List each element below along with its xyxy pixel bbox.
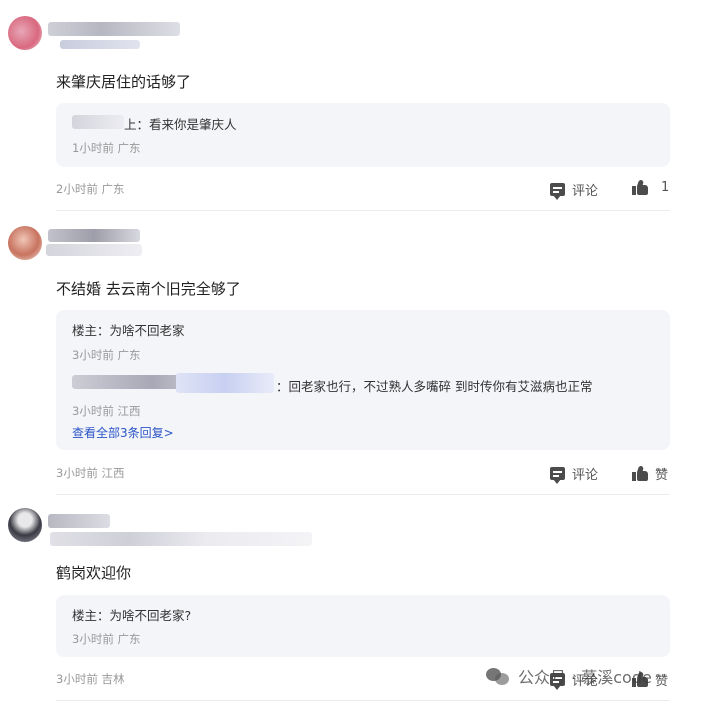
comment-item: 鹤岗欢迎你 楼主：为啥不回老家? 3小时前 广东 3小时前 吉林 评论 赞 xyxy=(0,0,706,706)
reply-text: 楼主：为啥不回老家? xyxy=(72,608,192,623)
reply-meta: 3小时前 广东 xyxy=(72,632,141,646)
wechat-icon xyxy=(486,666,510,686)
user-tag-redacted xyxy=(50,532,312,546)
avatar[interactable] xyxy=(8,508,42,542)
reply-box: 楼主：为啥不回老家? 3小时前 广东 xyxy=(56,595,670,657)
watermark-text: 公众号 · 慕溪code xyxy=(518,668,652,687)
comment-text: 鹤岗欢迎你 xyxy=(56,564,132,582)
watermark: 公众号 · 慕溪code xyxy=(486,664,652,688)
divider xyxy=(56,700,670,701)
like-label: 赞 xyxy=(655,674,669,689)
comment-meta: 3小时前 吉林 xyxy=(56,672,125,686)
username-redacted[interactable] xyxy=(48,514,110,528)
